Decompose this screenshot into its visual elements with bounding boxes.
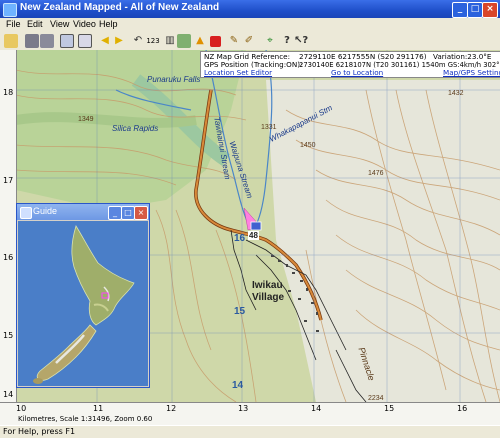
maximize-button[interactable]: □ bbox=[467, 2, 483, 18]
menu-bar: File Edit View Video Help bbox=[0, 18, 500, 32]
guide-title: Guide bbox=[33, 206, 58, 216]
minimize-button[interactable]: _ bbox=[452, 2, 468, 18]
new-zealand-overview-graphic bbox=[18, 221, 148, 386]
cut-icon[interactable] bbox=[78, 34, 92, 48]
guide-close-button[interactable]: × bbox=[134, 206, 148, 220]
toolbar: ◀ ▶ ↶ 123 ▥ ▲ ✎ ✐ ⌖ ? ↖? bbox=[0, 32, 500, 51]
book-icon[interactable]: ▥ bbox=[163, 34, 177, 48]
forward-arrow-icon[interactable]: ▶ bbox=[112, 34, 126, 48]
map-label-elev-1331: 1331 bbox=[261, 124, 277, 131]
map-label-route: 48 bbox=[248, 231, 259, 240]
map-label-elev-1450: 1450 bbox=[300, 142, 316, 149]
ruler-bottom-label: 14 bbox=[311, 404, 322, 413]
status-text: For Help, press F1 bbox=[3, 427, 76, 436]
ruler-bottom-label: 16 bbox=[457, 404, 468, 413]
ruler-bottom-label: 13 bbox=[238, 404, 249, 413]
map-grid-label-16: 16 bbox=[234, 233, 246, 244]
map-label-elev-1349: 1349 bbox=[78, 116, 94, 123]
ruler-left: 18 17 16 15 14 bbox=[0, 50, 17, 412]
map-label-rapids: Silica Rapids bbox=[112, 124, 159, 133]
record-stop-icon[interactable] bbox=[210, 36, 221, 47]
map-label-elev-2234: 2234 bbox=[368, 395, 384, 402]
map-icon[interactable] bbox=[177, 34, 191, 48]
guide-window[interactable]: Guide _ □ × bbox=[16, 203, 150, 388]
ruler-left-label: 17 bbox=[3, 176, 14, 185]
ruler-left-label: 16 bbox=[3, 253, 14, 262]
go-to-location-link[interactable]: Go to Location bbox=[331, 69, 383, 77]
map-grid-label-15: 15 bbox=[234, 306, 246, 317]
map-label-elev-1476: 1476 bbox=[368, 170, 384, 177]
map-gps-settings-link[interactable]: Map/GPS Settings bbox=[443, 69, 500, 77]
location-marker bbox=[250, 221, 262, 231]
map-label-elev-1432: 1432 bbox=[448, 90, 464, 97]
context-help-icon[interactable]: ↖? bbox=[294, 34, 308, 48]
ruler-bottom-label: 10 bbox=[16, 404, 27, 413]
guide-title-bar[interactable]: Guide _ □ × bbox=[17, 204, 149, 220]
guide-overview-map[interactable] bbox=[18, 221, 148, 386]
title-bar[interactable]: New Zealand Mapped - All of New Zealand … bbox=[0, 0, 500, 18]
gps-icon[interactable]: ⌖ bbox=[263, 34, 277, 48]
map-label-falls: Punaruku Falls bbox=[147, 75, 201, 84]
ruler-left-label: 18 bbox=[3, 88, 14, 97]
print-icon[interactable] bbox=[25, 34, 39, 48]
ruler-left-label: 14 bbox=[3, 390, 14, 399]
menu-file[interactable]: File bbox=[6, 19, 21, 29]
app-icon bbox=[3, 3, 17, 17]
ruler-bottom-label: 11 bbox=[93, 404, 104, 413]
map-grid-label-14: 14 bbox=[232, 380, 244, 391]
close-button[interactable]: × bbox=[482, 2, 498, 18]
draw-tool-icon[interactable]: ✎ bbox=[227, 34, 241, 48]
status-bar: For Help, press F1 bbox=[0, 425, 500, 438]
open-icon[interactable] bbox=[4, 34, 18, 48]
guide-maximize-button[interactable]: □ bbox=[121, 206, 135, 220]
location-set-editor-link[interactable]: Location Set Editor bbox=[204, 69, 272, 77]
undo-icon[interactable]: ↶ bbox=[131, 34, 145, 48]
guide-window-icon bbox=[20, 207, 32, 219]
menu-help[interactable]: Help bbox=[99, 19, 118, 29]
variation-value: Variation:23.0°E bbox=[433, 52, 492, 61]
ruler-bottom-label: 15 bbox=[384, 404, 395, 413]
number-sequence-icon[interactable]: 123 bbox=[144, 34, 162, 48]
warning-icon[interactable]: ▲ bbox=[193, 34, 207, 48]
back-arrow-icon[interactable]: ◀ bbox=[98, 34, 112, 48]
window-title: New Zealand Mapped - All of New Zealand bbox=[20, 2, 220, 13]
grid-ref-value: 2729110E 6217555N (S20 291176) bbox=[299, 52, 427, 61]
scale-bar: Kilometres, Scale 1:31496, Zoom 0.60 bbox=[0, 414, 500, 425]
menu-video[interactable]: Video bbox=[73, 19, 96, 29]
copy-icon[interactable] bbox=[60, 34, 74, 48]
info-panel: NZ Map Grid Reference: 2729110E 6217555N… bbox=[200, 51, 500, 78]
menu-edit[interactable]: Edit bbox=[27, 19, 43, 29]
ruler-bottom-label: 12 bbox=[166, 404, 177, 413]
measure-tool-icon[interactable]: ✐ bbox=[242, 34, 256, 48]
map-label-village-1: Iwikau bbox=[252, 280, 283, 291]
scale-text: Kilometres, Scale 1:31496, Zoom 0.60 bbox=[18, 415, 153, 423]
print-preview-icon[interactable] bbox=[40, 34, 54, 48]
map-label-village-2: Village bbox=[252, 292, 285, 303]
ruler-left-label: 15 bbox=[3, 331, 14, 340]
help-icon[interactable]: ? bbox=[280, 34, 294, 48]
guide-minimize-button[interactable]: _ bbox=[108, 206, 122, 220]
menu-view[interactable]: View bbox=[50, 19, 69, 29]
